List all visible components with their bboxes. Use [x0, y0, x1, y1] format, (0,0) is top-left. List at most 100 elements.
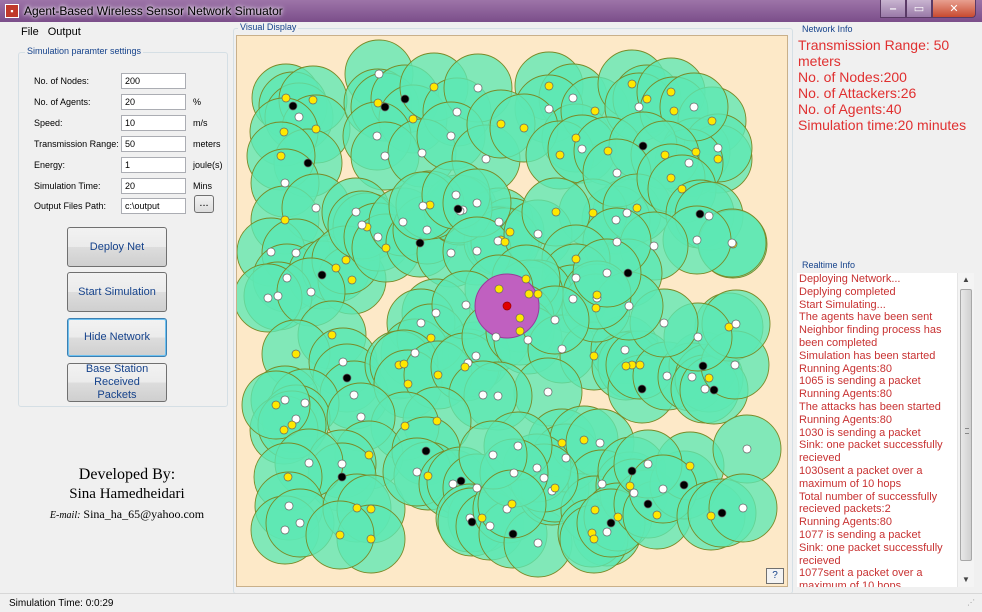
help-button[interactable]: ? [766, 568, 784, 584]
network-canvas[interactable] [236, 35, 788, 587]
sensor-node [338, 357, 348, 367]
scroll-thumb[interactable] [960, 289, 972, 561]
nodes-label: No. of Nodes: [34, 76, 90, 86]
output-path-input[interactable]: c:\output [121, 198, 186, 214]
sensor-node [493, 391, 503, 401]
range-input[interactable]: 50 [121, 136, 186, 152]
attacker-node [400, 94, 410, 104]
sensor-node [418, 201, 428, 211]
agent-node [426, 333, 436, 343]
range-label: Transmission Range: [34, 139, 119, 149]
agent-node [551, 207, 561, 217]
menu-output[interactable]: Output [48, 26, 90, 38]
log-line: 1030sent a packet over a [799, 464, 923, 477]
sensor-node [612, 168, 622, 178]
log-line: Start Simulating... [799, 298, 886, 311]
nodes-input[interactable]: 200 [121, 73, 186, 89]
attacker-node [317, 270, 327, 280]
attacker-node [303, 158, 313, 168]
agents-input[interactable]: 20 [121, 94, 186, 110]
agent-node [557, 438, 567, 448]
sensor-node [704, 211, 714, 221]
browse-button[interactable]: ... [194, 195, 214, 213]
sensor-node [494, 217, 504, 227]
menu-file[interactable]: File [0, 26, 48, 38]
agent-node [494, 284, 504, 294]
sensor-node [577, 144, 587, 154]
sensor-node [280, 178, 290, 188]
agent-node [507, 499, 517, 509]
agent-node [669, 106, 679, 116]
sensor-node [533, 538, 543, 548]
agent-node [280, 215, 290, 225]
attacker-node [342, 373, 352, 383]
sensor-node [629, 488, 639, 498]
attacker-node [717, 508, 727, 518]
agent-node [519, 123, 529, 133]
agent-node [429, 82, 439, 92]
sensor-node [738, 503, 748, 513]
deploy-net-button[interactable]: Deploy Net [67, 227, 167, 267]
agent-node [642, 94, 652, 104]
sensor-node [372, 131, 382, 141]
agent-node [603, 146, 613, 156]
sensor-node [488, 450, 498, 460]
sensor-node [491, 332, 501, 342]
info-agents: No. of Agents:40 [798, 101, 902, 117]
attacker-node [337, 472, 347, 482]
developer-name: Sina Hamedheidari [69, 486, 185, 502]
speed-input[interactable]: 10 [121, 115, 186, 131]
attacker-node [456, 476, 466, 486]
sensor-node [662, 371, 672, 381]
sensor-node [543, 387, 553, 397]
attacker-node [467, 517, 477, 527]
sensor-node [544, 104, 554, 114]
sensor-node [602, 268, 612, 278]
scroll-up-icon[interactable]: ▲ [958, 273, 974, 287]
realtime-log-list[interactable]: Deploying Network... Deplying completed St… [797, 273, 957, 587]
size-grip-icon[interactable]: ⋰ [967, 598, 979, 610]
start-simulation-button[interactable]: Start Simulation [67, 272, 167, 312]
maximize-button[interactable]: ▭ [906, 0, 932, 18]
log-line: recieved [799, 554, 841, 567]
sensor-node [742, 444, 752, 454]
attacker-node [643, 499, 653, 509]
attacker-node [637, 384, 647, 394]
simtime-input[interactable]: 20 [121, 178, 186, 194]
info-attackers: No. of Attackers:26 [798, 85, 917, 101]
sensor-node [659, 318, 669, 328]
agent-node [432, 416, 442, 426]
agent-node [550, 483, 560, 493]
base-station-packets-button[interactable]: Base Station Received Packets [67, 363, 167, 402]
email-label: E-mail: [49, 510, 81, 521]
realtime-scrollbar[interactable]: ▲ ▼ [957, 273, 974, 587]
agent-node [331, 263, 341, 273]
sensor-node [624, 301, 634, 311]
sensor-node [731, 319, 741, 329]
agent-node [366, 534, 376, 544]
sensor-node [523, 335, 533, 345]
agent-node [373, 98, 383, 108]
close-button[interactable]: ✕ [932, 0, 976, 18]
hide-network-button[interactable]: Hide Network [67, 318, 167, 357]
agent-node [677, 184, 687, 194]
sensor-node [263, 293, 273, 303]
sensor-node [412, 467, 422, 477]
simtime-label: Simulation Time: [34, 181, 101, 191]
agent-node [660, 150, 670, 160]
log-line: recieved [799, 452, 841, 465]
sensor-node [513, 441, 523, 451]
sensor-node [451, 190, 461, 200]
agent-node [381, 243, 391, 253]
sensor-node [687, 372, 697, 382]
minimize-button[interactable]: ‒ [880, 0, 906, 18]
agent-node [707, 116, 717, 126]
energy-input[interactable]: 1 [121, 157, 186, 173]
scroll-down-icon[interactable]: ▼ [958, 573, 974, 587]
agent-node [713, 154, 723, 164]
agent-node [533, 289, 543, 299]
agent-node [276, 151, 286, 161]
attacker-node [623, 268, 633, 278]
agent-node [524, 289, 534, 299]
sensor-node [634, 102, 644, 112]
